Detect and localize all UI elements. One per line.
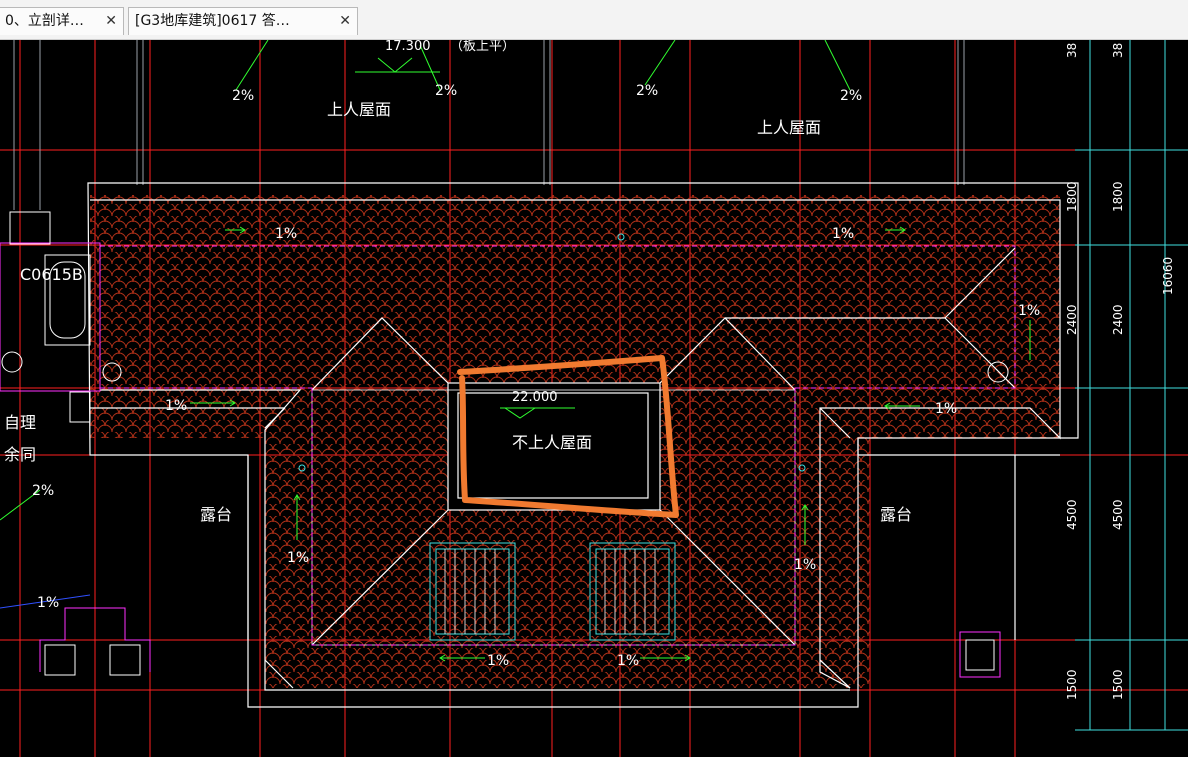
dim-top: 38 [1111, 43, 1125, 58]
terrace-label-left: 露台 [200, 505, 232, 524]
left-note-1: 自理 [4, 413, 36, 432]
dim-1500: 1500 [1065, 669, 1079, 700]
slope-label: 1% [287, 550, 309, 566]
elevation-mid: 22.000 [512, 390, 558, 405]
roof-non-accessible-label: 不上人屋面 [512, 433, 592, 452]
dim-top: 38 [1065, 43, 1079, 58]
slope-label: 2% [636, 83, 658, 99]
slope-label: 1% [617, 653, 639, 669]
slope-label: 1% [165, 398, 187, 414]
slope-label: 1% [275, 226, 297, 242]
dim-4500: 4500 [1065, 499, 1079, 530]
tab-label: [G3地库建筑]0617 答… [135, 13, 290, 29]
terrace-label-right: 露台 [880, 505, 912, 524]
slope-label: 2% [840, 88, 862, 104]
slope-label: 1% [487, 653, 509, 669]
dim-2400: 2400 [1111, 304, 1125, 335]
dimension-lines [1075, 40, 1188, 731]
tab-elevation-section[interactable]: 0、立剖详… ✕ [0, 7, 124, 35]
slope-label: 2% [32, 483, 54, 499]
slope-label: 1% [1018, 303, 1040, 319]
slope-label: 1% [794, 557, 816, 573]
dim-total: 16060 [1161, 257, 1175, 295]
slope-label: 1% [935, 401, 957, 417]
slope-label: 2% [232, 88, 254, 104]
roof-accessible-label: 上人屋面 [757, 118, 821, 137]
elevation-top: 17.300 [385, 40, 431, 54]
dim-2400: 2400 [1065, 304, 1079, 335]
tab-label: 0、立剖详… [5, 13, 84, 29]
roof-accessible-label: 上人屋面 [327, 100, 391, 119]
close-icon[interactable]: ✕ [105, 8, 117, 34]
slope-label: 1% [832, 226, 854, 242]
upper-structure-lines [13, 40, 965, 210]
window-tag: C0615B [20, 265, 83, 284]
tab-g3-garage-architecture[interactable]: [G3地库建筑]0617 答… ✕ [128, 7, 358, 35]
elevation-top-note: （板上平） [450, 40, 515, 54]
slope-label: 2% [435, 83, 457, 99]
cad-drawing-canvas[interactable]: 17.300 （板上平） 2% 2% 2% 2% 上人屋面 上人屋面 1% 1%… [0, 40, 1188, 757]
dim-1500: 1500 [1111, 669, 1125, 700]
left-note-2: 余同 [4, 445, 36, 464]
slope-label: 1% [37, 595, 59, 611]
dim-4500: 4500 [1111, 499, 1125, 530]
dim-1800: 1800 [1111, 181, 1125, 212]
document-tab-bar: 0、立剖详… ✕ [G3地库建筑]0617 答… ✕ [0, 0, 1188, 40]
dim-1800: 1800 [1065, 181, 1079, 212]
close-icon[interactable]: ✕ [339, 8, 351, 34]
